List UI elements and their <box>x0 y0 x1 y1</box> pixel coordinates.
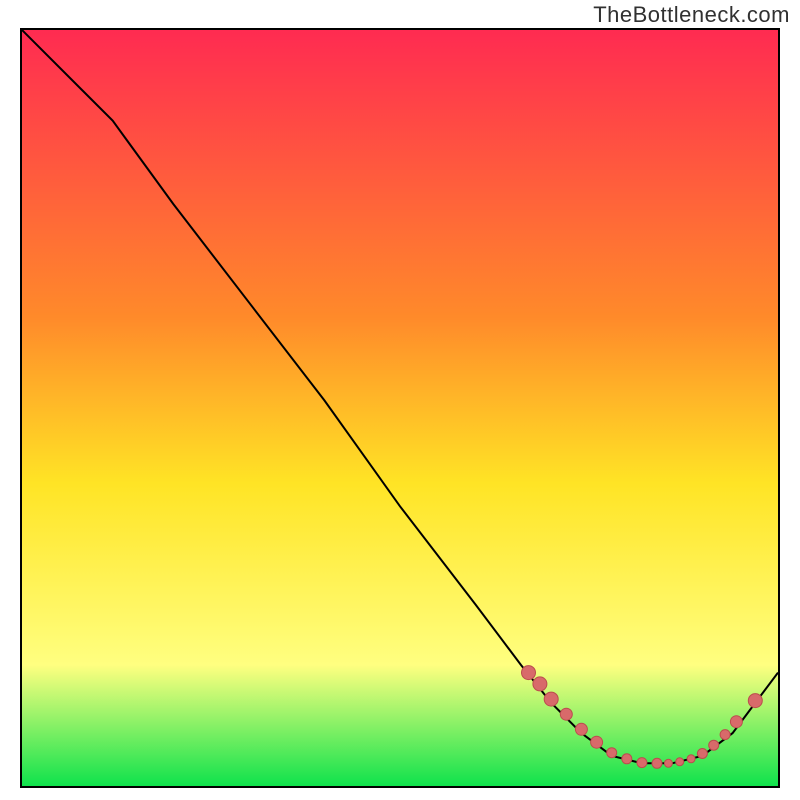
curve-marker <box>560 708 572 720</box>
curve-marker <box>607 748 617 758</box>
curve-marker <box>720 730 730 740</box>
curve-marker <box>664 759 672 767</box>
curve-marker <box>687 755 695 763</box>
curve-marker <box>637 758 647 768</box>
plot-area <box>20 28 780 788</box>
curve-marker <box>652 758 662 768</box>
curve-marker <box>748 694 762 708</box>
curve-marker <box>676 758 684 766</box>
curve-marker <box>709 740 719 750</box>
curve-marker <box>591 736 603 748</box>
gradient-background <box>22 30 778 786</box>
curve-marker <box>544 692 558 706</box>
curve-marker <box>730 716 742 728</box>
attribution-label: TheBottleneck.com <box>593 2 790 28</box>
curve-marker <box>622 754 632 764</box>
chart-frame: TheBottleneck.com <box>0 0 800 800</box>
curve-marker <box>575 723 587 735</box>
curve-marker <box>522 666 536 680</box>
bottleneck-chart <box>22 30 778 786</box>
curve-marker <box>697 749 707 759</box>
curve-marker <box>533 677 547 691</box>
